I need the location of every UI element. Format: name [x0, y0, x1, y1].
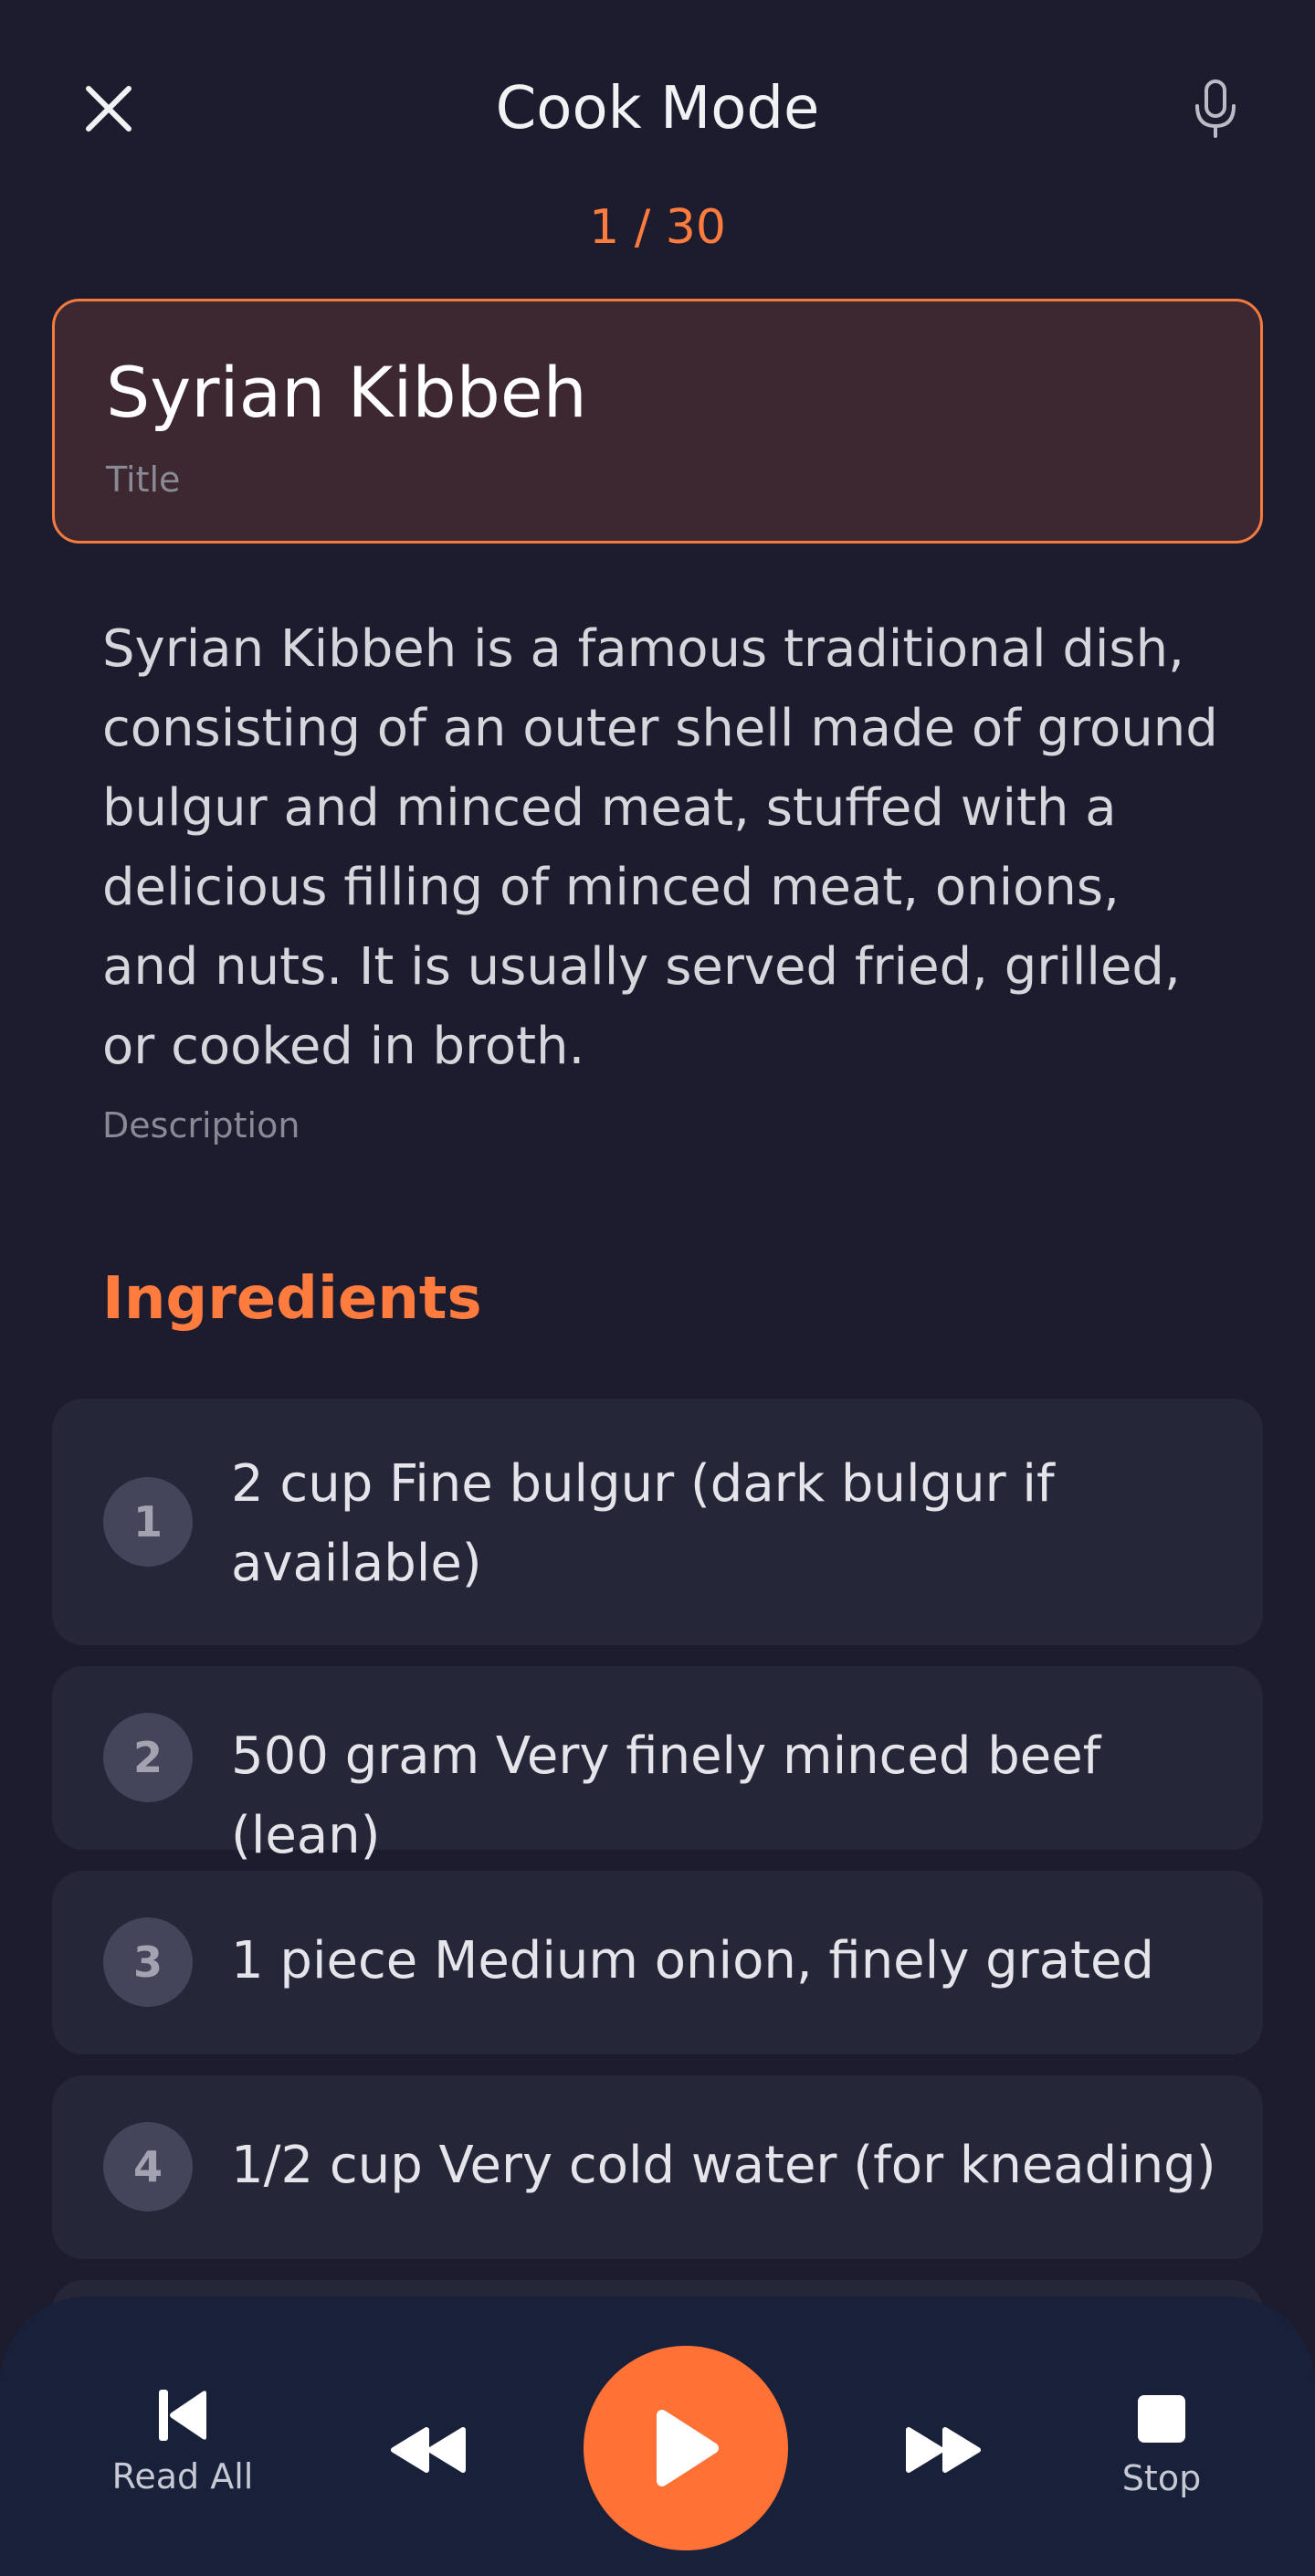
stop-label: Stop — [1121, 2458, 1202, 2498]
rewind-button[interactable] — [387, 2426, 469, 2474]
ingredient-number-badge: 3 — [103, 1917, 193, 2007]
ingredient-item[interactable]: 4 1/2 cup Very cold water (for kneading) — [52, 2075, 1263, 2259]
skip-to-start-icon — [159, 2390, 206, 2441]
ingredient-text: 2 cup Fine bulgur (dark bulgur if availa… — [231, 1454, 1055, 1593]
ingredient-number-badge: 1 — [103, 1477, 193, 1567]
microphone-button[interactable] — [1178, 71, 1253, 146]
step-counter: 1 / 30 — [589, 200, 726, 255]
ingredient-number-badge: 2 — [103, 1713, 193, 1802]
rewind-icon — [391, 2427, 466, 2473]
play-icon — [657, 2410, 719, 2486]
title-card[interactable]: Syrian Kibbeh Title — [52, 299, 1263, 544]
ingredients-heading: Ingredients — [102, 1265, 482, 1333]
ingredient-number-badge: 4 — [103, 2122, 193, 2212]
play-button[interactable] — [584, 2346, 788, 2550]
ingredient-item[interactable]: 2 500 gram Very finely minced beef (lean… — [52, 1666, 1263, 1865]
ingredient-text: 500 gram Very finely minced beef (lean) — [231, 1726, 1101, 1865]
cook-mode-screen: Cook Mode 1 / 30 Syrian Kibbeh Title Syr… — [0, 0, 1315, 2576]
ingredient-text: 1 piece Medium onion, finely grated — [231, 1931, 1154, 1990]
header: Cook Mode 1 / 30 — [0, 0, 1315, 255]
read-all-label: Read All — [111, 2456, 254, 2497]
stop-button[interactable]: Stop — [1107, 2393, 1216, 2501]
fast-forward-icon — [906, 2427, 981, 2473]
ingredient-item[interactable]: 1 2 cup Fine bulgur (dark bulgur if avai… — [52, 1399, 1263, 1645]
page-title: Cook Mode — [495, 75, 820, 143]
stop-icon — [1138, 2395, 1185, 2443]
fast-forward-button[interactable] — [902, 2426, 984, 2474]
ingredient-item[interactable]: 3 1 piece Medium onion, finely grated — [52, 1871, 1263, 2054]
title-label: Title — [106, 459, 181, 500]
microphone-icon — [1195, 79, 1236, 138]
ingredient-text: 1/2 cup Very cold water (for kneading) — [231, 2136, 1216, 2195]
recipe-description[interactable]: Syrian Kibbeh is a famous traditional di… — [102, 609, 1226, 1086]
read-all-button[interactable]: Read All — [108, 2388, 258, 2499]
description-label: Description — [102, 1105, 300, 1145]
recipe-title: Syrian Kibbeh — [106, 352, 587, 433]
